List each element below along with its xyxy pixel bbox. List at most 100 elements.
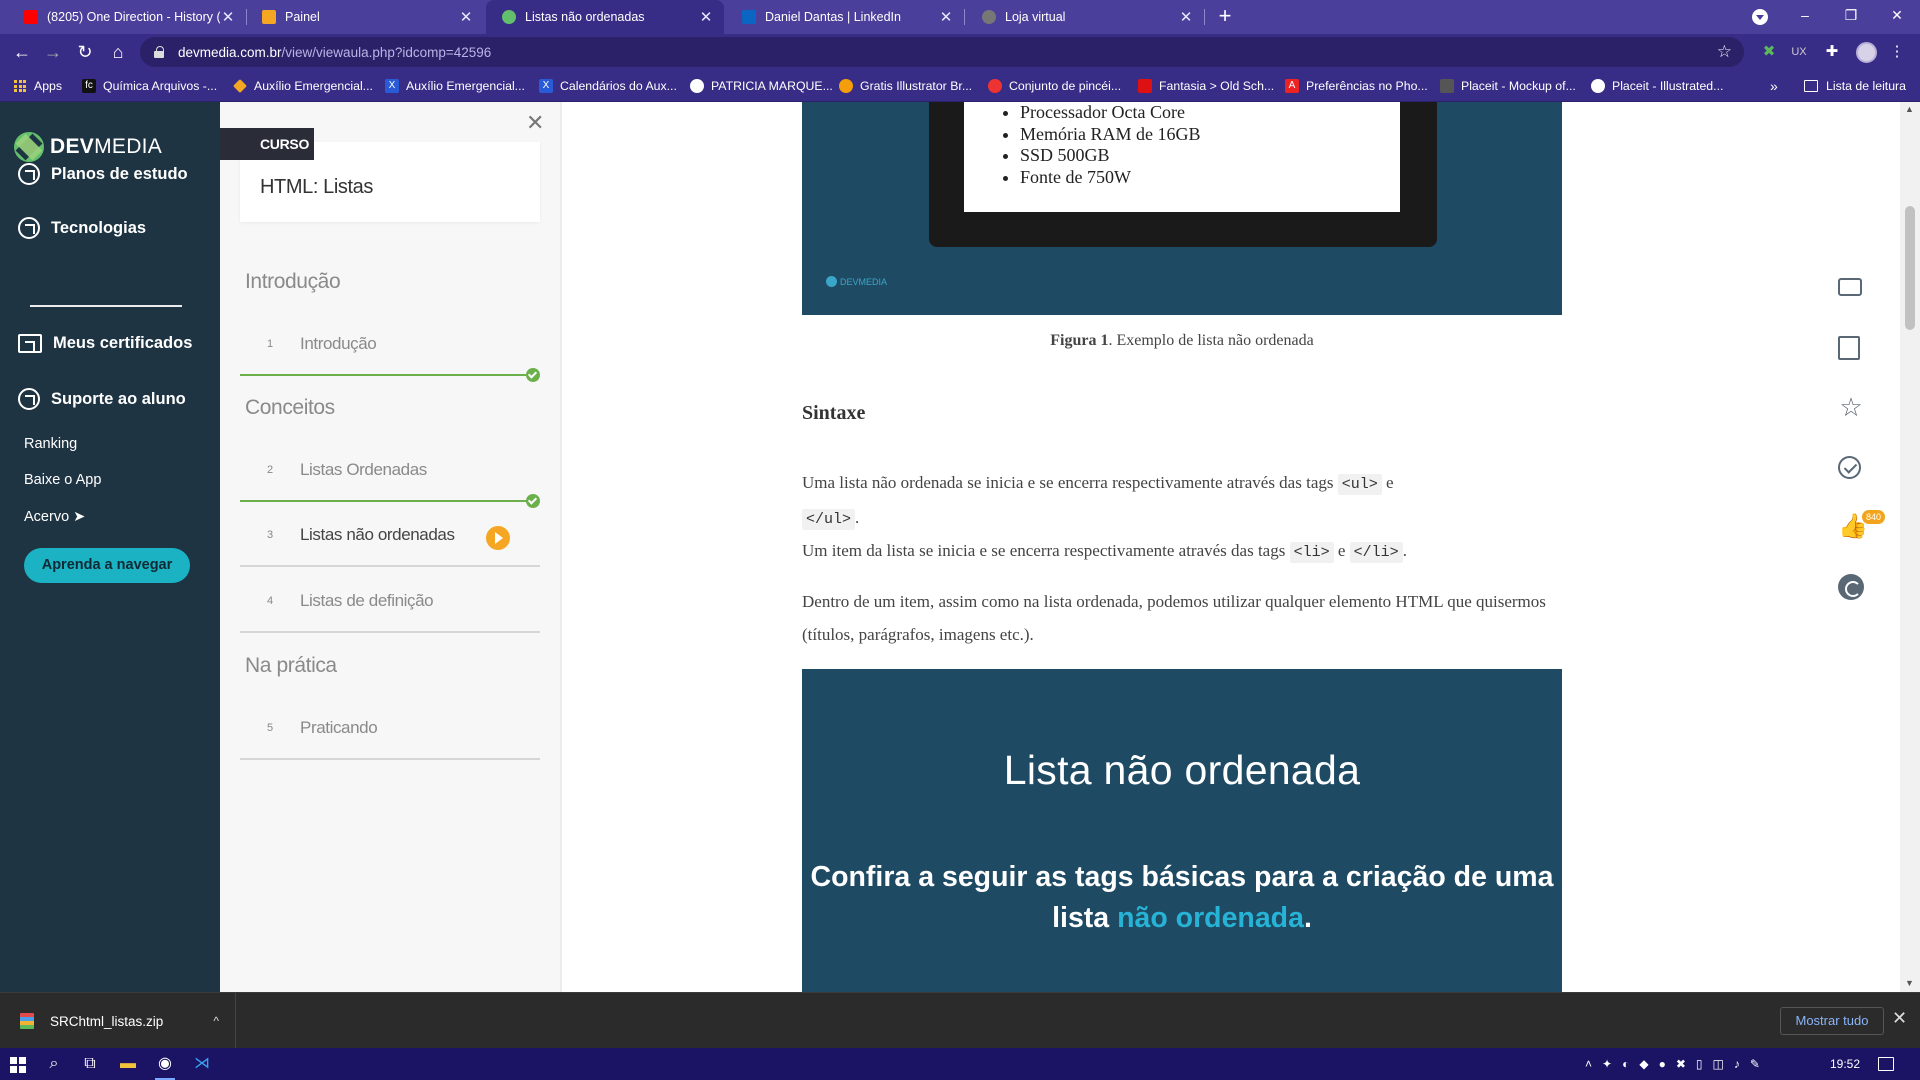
share-icon[interactable]	[1838, 574, 1864, 600]
fantasia-icon	[1138, 79, 1152, 93]
scroll-thumb[interactable]	[1905, 206, 1915, 330]
tab-title: Listas não ordenadas	[525, 10, 645, 24]
bookmark-apps[interactable]: Apps	[14, 70, 62, 102]
favorite-star-icon[interactable]: ☆	[1838, 394, 1864, 420]
tab-search-icon[interactable]	[1752, 9, 1768, 25]
forward-icon[interactable]: →	[41, 40, 65, 64]
tab-active-listas[interactable]: Listas não ordenadas ✕	[486, 0, 724, 34]
ux-extension-icon[interactable]: UX	[1790, 43, 1808, 61]
chevron-up-icon[interactable]: ˄	[1585, 1057, 1592, 1071]
tab-youtube[interactable]: (8205) One Direction - History (C ✕	[8, 0, 247, 34]
nav-baixe-o-app[interactable]: Baixe o App	[24, 472, 101, 488]
nav-suporte-ao-aluno[interactable]: Suporte ao aluno	[18, 388, 186, 410]
close-icon[interactable]: ✕	[698, 8, 714, 26]
close-icon[interactable]: ✕	[526, 110, 544, 136]
lesson-number: 2	[267, 464, 274, 476]
tray-app-icon[interactable]: ◐	[1622, 1057, 1629, 1071]
scroll-down-icon[interactable]: ▼	[1905, 978, 1914, 988]
bookmark-item[interactable]: Fantasia > Old Sch...	[1138, 70, 1274, 102]
reload-icon[interactable]: ↻	[73, 40, 97, 64]
bookmark-item[interactable]: Conjunto de pincéi...	[988, 70, 1121, 102]
lesson-progress-bar	[240, 374, 532, 376]
shield-icon[interactable]: ◆	[1639, 1057, 1648, 1071]
show-all-button[interactable]: Mostrar tudo	[1780, 1007, 1884, 1035]
back-icon[interactable]: ←	[10, 40, 34, 64]
chevron-up-icon[interactable]: ^	[213, 1014, 219, 1028]
lock-icon[interactable]	[154, 46, 164, 58]
new-tab-button[interactable]: +	[1212, 4, 1238, 30]
bookmark-item[interactable]: X Auxílio Emergencial...	[385, 70, 525, 102]
tab-painel[interactable]: Painel ✕	[246, 0, 484, 34]
lesson-item[interactable]: 5 Praticando	[240, 704, 540, 760]
mark-complete-icon[interactable]	[1838, 456, 1861, 479]
bookmark-item[interactable]: A Preferências no Pho...	[1285, 70, 1428, 102]
restore-button[interactable]: ❐	[1828, 0, 1874, 32]
bookmark-item[interactable]: Placeit - Illustrated...	[1591, 70, 1723, 102]
extension-icon[interactable]: ✖	[1760, 43, 1778, 61]
nav-acervo[interactable]: Acervo ➤	[24, 509, 85, 525]
file-explorer-icon[interactable]: ▬	[116, 1052, 140, 1076]
puzzle-icon[interactable]: ✚	[1823, 43, 1841, 61]
scrollbar[interactable]: ▲ ▼	[1900, 102, 1920, 992]
download-item[interactable]: SRChtml_listas.zip ^	[0, 993, 236, 1049]
vscode-icon[interactable]: ⋊	[190, 1052, 214, 1076]
devmedia-logo[interactable]: DEVMEDIA	[14, 132, 162, 162]
section-title: Na prática	[245, 654, 337, 677]
bookmark-item[interactable]: Placeit - Mockup of...	[1440, 70, 1576, 102]
bookmark-item[interactable]: fc Química Arquivos -...	[82, 70, 217, 102]
bookmark-item[interactable]: Gratis Illustrator Br...	[839, 70, 972, 102]
nav-meus-certificados[interactable]: Meus certificados	[18, 334, 192, 353]
clock[interactable]: 19:52	[1830, 1048, 1860, 1080]
menu-icon[interactable]: ⋮	[1888, 43, 1906, 61]
tab-loja[interactable]: Loja virtual ✕	[966, 0, 1205, 34]
network-icon[interactable]: ◫	[1712, 1057, 1723, 1071]
chrome-icon[interactable]: ◉	[153, 1052, 177, 1080]
bookmarks-more-button[interactable]: »	[1770, 70, 1778, 102]
close-icon[interactable]: ✕	[1892, 1008, 1907, 1029]
play-icon[interactable]	[486, 526, 510, 550]
close-icon[interactable]: ✕	[1178, 8, 1194, 26]
tray-app-icon[interactable]: ✖	[1676, 1057, 1686, 1071]
lesson-item[interactable]: 1 Introdução	[240, 320, 540, 382]
lesson-item-current[interactable]: 3 Listas não ordenadas	[240, 511, 540, 567]
bookmark-item[interactable]: PATRICIA MARQUE...	[690, 70, 833, 102]
bookmark-item[interactable]: X Calendários do Aux...	[539, 70, 677, 102]
url-host: devmedia.com.br	[178, 44, 282, 60]
avatar[interactable]	[1856, 42, 1877, 63]
volume-icon[interactable]: ♪	[1734, 1057, 1740, 1071]
bookmark-item[interactable]: Auxílio Emergencial...	[233, 70, 373, 102]
close-icon[interactable]: ✕	[458, 8, 474, 26]
windows-start-icon[interactable]	[10, 1057, 26, 1073]
search-icon[interactable]: ⌕	[42, 1052, 66, 1076]
window-close-button[interactable]: ✕	[1874, 0, 1920, 32]
tray-app-icon[interactable]: ●	[1659, 1057, 1666, 1071]
address-bar[interactable]: devmedia.com.br/view/viewaula.php?idcomp…	[140, 37, 1744, 67]
tab-title: Painel	[285, 10, 320, 24]
nav-ranking[interactable]: Ranking	[24, 436, 77, 452]
reading-list-button[interactable]: Lista de leitura	[1804, 70, 1906, 102]
close-icon[interactable]: ✕	[220, 8, 236, 26]
lesson-item[interactable]: 4 Listas de definição	[240, 577, 540, 633]
minimize-button[interactable]: –	[1782, 0, 1828, 32]
browser-toolbar: ← → ↻ ⌂ devmedia.com.br/view/viewaula.ph…	[0, 34, 1920, 70]
bookmark-star-icon[interactable]: ☆	[1717, 42, 1732, 62]
tray-app-icon[interactable]: ✦	[1602, 1057, 1612, 1071]
aprenda-a-navegar-button[interactable]: Aprenda a navegar	[24, 548, 190, 583]
like-icon[interactable]: 👍	[1838, 514, 1868, 540]
home-icon[interactable]: ⌂	[106, 40, 130, 64]
nav-planos-de-estudo[interactable]: Planos de estudo	[18, 163, 188, 185]
figure-caption: Figura 1. Exemplo de lista não ordenada	[802, 332, 1562, 350]
lesson-item[interactable]: 2 Listas Ordenadas	[240, 446, 540, 508]
bookmark-label: Conjunto de pincéi...	[1009, 79, 1122, 93]
tab-linkedin[interactable]: Daniel Dantas | LinkedIn ✕	[726, 0, 965, 34]
nav-tecnologias[interactable]: Tecnologias	[18, 217, 146, 239]
comment-icon[interactable]	[1838, 278, 1862, 296]
notifications-icon[interactable]	[1878, 1057, 1894, 1071]
close-icon[interactable]: ✕	[938, 8, 954, 26]
scroll-up-icon[interactable]: ▲	[1905, 104, 1914, 114]
battery-icon[interactable]: ▯	[1696, 1057, 1703, 1071]
notes-icon[interactable]	[1838, 336, 1860, 360]
code-inline: <ul>	[1337, 474, 1382, 495]
pen-icon[interactable]: ✎	[1750, 1057, 1760, 1071]
task-view-icon[interactable]: ⧉	[78, 1052, 102, 1076]
